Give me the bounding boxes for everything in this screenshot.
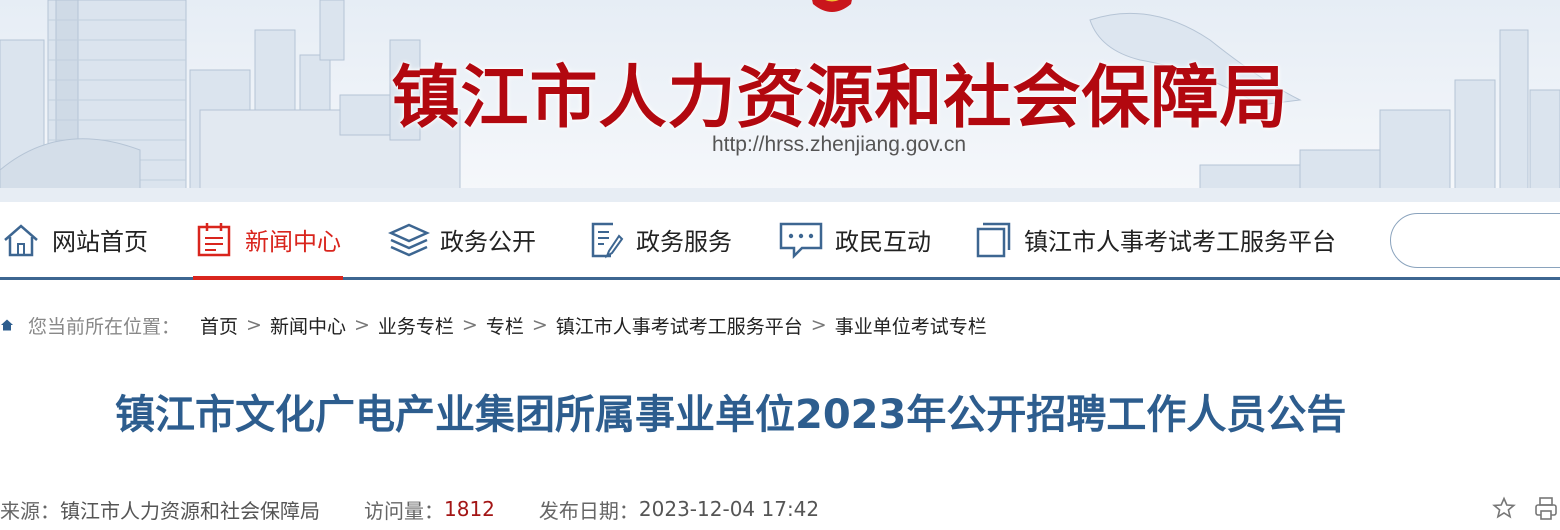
breadcrumb-link-institution-exam[interactable]: 事业单位考试专栏 <box>835 312 987 339</box>
nav-item-label: 政务服务 <box>636 228 732 256</box>
source-value: 镇江市人力资源和社会保障局 <box>60 498 320 523</box>
breadcrumb-link-home[interactable]: 首页 <box>200 312 238 339</box>
breadcrumb-separator: > <box>461 314 478 336</box>
layers-icon <box>388 220 430 260</box>
nav-item-news[interactable]: 新闻中心 <box>193 202 343 280</box>
nav-item-label: 政民互动 <box>835 228 931 256</box>
nav-item-government-affairs[interactable]: 政务公开 <box>388 202 536 277</box>
main-nav: 网站首页 新闻中心 政务公开 政务服务 政民互动 镇江市人事考试考工服务平台 <box>0 202 1560 280</box>
header-banner: 镇江市人力资源和社会保障局 http://hrss.zhenjiang.gov.… <box>0 0 1560 202</box>
breadcrumb-separator: > <box>810 314 827 336</box>
nav-item-interaction[interactable]: 政民互动 <box>777 202 931 277</box>
breadcrumb-link-news[interactable]: 新闻中心 <box>270 312 346 339</box>
breadcrumb: 您当前所在位置： 首页 > 新闻中心 > 业务专栏 > 专栏 > 镇江市人事考试… <box>0 310 987 340</box>
site-url: http://hrss.zhenjiang.gov.cn <box>711 133 967 156</box>
breadcrumb-link-business[interactable]: 业务专栏 <box>378 312 454 339</box>
publish-date: 2023-12-04 17:42 <box>638 497 820 521</box>
breadcrumb-separator: > <box>353 314 370 336</box>
nav-item-home[interactable]: 网站首页 <box>0 202 148 277</box>
nav-item-label: 网站首页 <box>52 228 148 256</box>
breadcrumb-separator: > <box>531 314 548 336</box>
chat-icon <box>777 220 825 260</box>
home-icon <box>0 318 14 332</box>
views-count: 1812 <box>444 497 495 521</box>
article-meta: 来源： 镇江市人力资源和社会保障局 访问量： 1812 发布日期： 2023-1… <box>0 494 819 524</box>
news-icon <box>193 220 235 260</box>
date-label: 发布日期： <box>538 498 639 523</box>
article-actions <box>1492 496 1558 522</box>
window-icon <box>972 220 1014 260</box>
views-label: 访问量： <box>364 498 444 523</box>
source-label: 来源： <box>0 498 60 523</box>
article-title: 镇江市文化广电产业集团所属事业单位2023年公开招聘工作人员公告 <box>115 392 1347 438</box>
print-icon[interactable] <box>1534 496 1558 522</box>
nav-item-label: 镇江市人事考试考工服务平台 <box>1024 228 1336 256</box>
breadcrumb-separator: > <box>246 314 262 336</box>
breadcrumb-link-exam-platform[interactable]: 镇江市人事考试考工服务平台 <box>556 312 803 339</box>
nav-item-label: 新闻中心 <box>245 228 341 256</box>
breadcrumb-link-column[interactable]: 专栏 <box>486 312 524 339</box>
home-icon <box>0 220 42 260</box>
search-input[interactable] <box>1390 213 1560 268</box>
nav-item-exam-platform[interactable]: 镇江市人事考试考工服务平台 <box>972 202 1336 277</box>
breadcrumb-lead: 您当前所在位置： <box>28 315 181 338</box>
national-emblem-icon <box>812 0 852 12</box>
nav-item-label: 政务公开 <box>440 228 536 256</box>
edit-document-icon <box>584 220 626 260</box>
site-title: 镇江市人力资源和社会保障局 <box>391 59 1289 138</box>
nav-item-government-services[interactable]: 政务服务 <box>584 202 732 277</box>
star-icon[interactable] <box>1492 496 1516 522</box>
